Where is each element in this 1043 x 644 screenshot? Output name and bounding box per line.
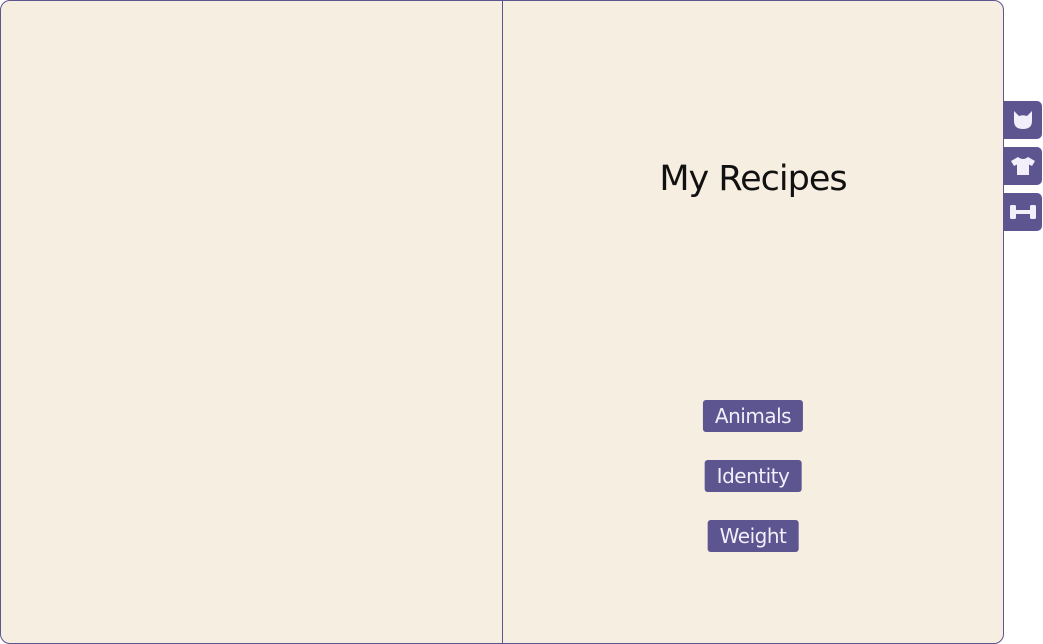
dumbbell-icon <box>1009 205 1036 219</box>
side-tab-animals[interactable] <box>1003 101 1042 139</box>
tshirt-icon <box>1010 157 1035 175</box>
weight-button[interactable]: Weight <box>707 520 799 552</box>
side-tab-weight[interactable] <box>1003 193 1042 231</box>
identity-button[interactable]: Identity <box>704 460 802 492</box>
right-page: My Recipes Animals Identity Weight <box>503 1 1003 643</box>
left-page <box>1 1 503 643</box>
page-title: My Recipes <box>659 159 847 199</box>
animals-button[interactable]: Animals <box>702 400 804 432</box>
cat-head-icon <box>1013 111 1032 129</box>
recipe-book: My Recipes Animals Identity Weight <box>0 0 1004 644</box>
side-tab-clothes[interactable] <box>1003 147 1042 185</box>
